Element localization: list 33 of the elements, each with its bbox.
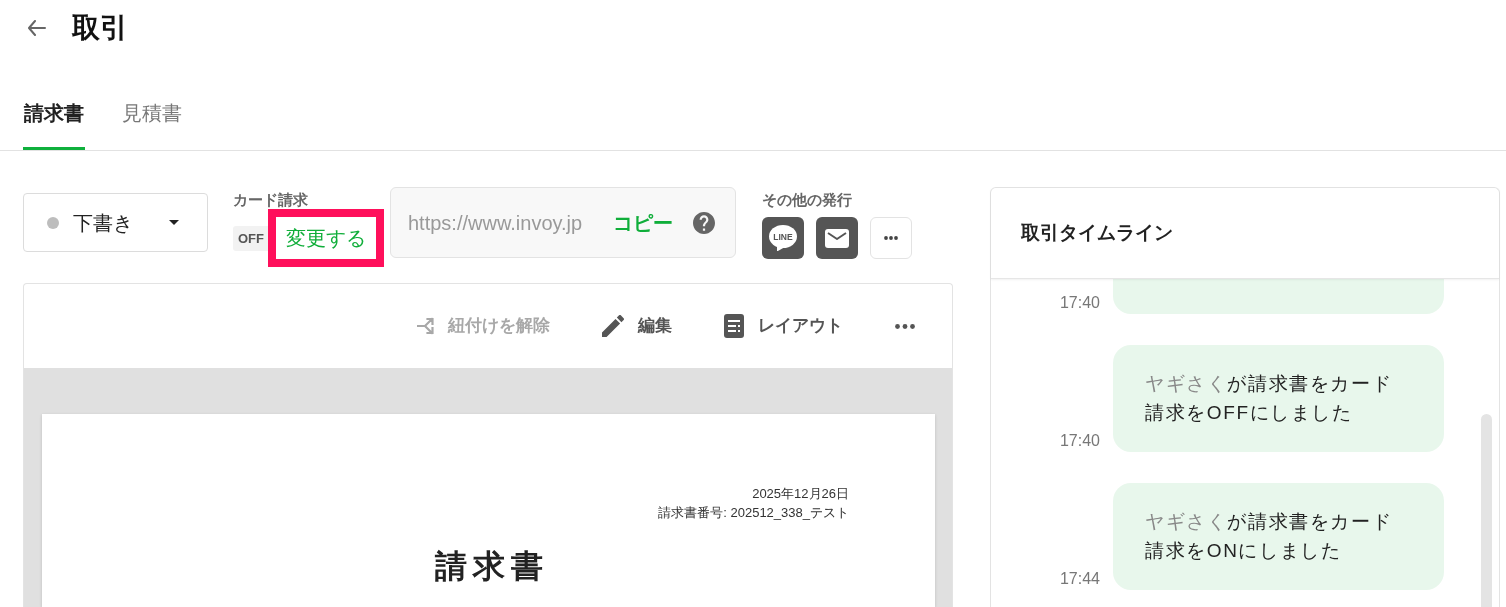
other-issue-label: その他の発行 (762, 191, 853, 209)
timeline-title: 取引タイムライン (1021, 221, 1173, 245)
tab[interactable]: 請求書 (23, 56, 85, 150)
page-title: 取引 (72, 11, 128, 45)
invoice-title: 請求書 (433, 547, 549, 585)
more-button[interactable] (870, 217, 912, 259)
state-badge: OFF (233, 225, 268, 251)
split-arrow-icon (417, 317, 434, 335)
more-icon (884, 236, 898, 240)
message-text: ヤギさく が請求書をカード請求をOFFにしました (1145, 372, 1394, 425)
card-billing-label: カード請求 (233, 191, 309, 209)
line-button[interactable]: LINE (762, 217, 804, 259)
status-dropdown[interactable]: 下書き (23, 193, 208, 252)
scrollbar-thumb[interactable] (1481, 414, 1492, 607)
timestamp: 17:40 (1058, 293, 1100, 313)
layout-button[interactable]: レイアウト (724, 314, 843, 338)
timestamp: 17:44 (1058, 569, 1100, 589)
more-icon (895, 323, 915, 329)
caret-down-icon (169, 220, 179, 225)
edit-button[interactable]: 編集 (602, 314, 672, 338)
envelope-icon (825, 228, 849, 248)
timestamp: 17:40 (1058, 431, 1100, 451)
tab[interactable]: 見積書 (121, 56, 183, 150)
help-icon[interactable] (693, 211, 715, 234)
invoice-number: 請求書番号: 202512_338_テスト (658, 504, 849, 522)
back-arrow-icon[interactable] (28, 20, 46, 36)
pencil-icon (602, 315, 624, 337)
document-icon (724, 314, 744, 338)
mail-button[interactable] (816, 217, 858, 259)
message-text: ヤギさく が請求書をカード請求をONにしました (1145, 510, 1394, 563)
more-options-button[interactable] (895, 323, 915, 329)
status-dot-icon (47, 216, 59, 229)
invoice-date: 2025年12月26日 (752, 485, 849, 503)
